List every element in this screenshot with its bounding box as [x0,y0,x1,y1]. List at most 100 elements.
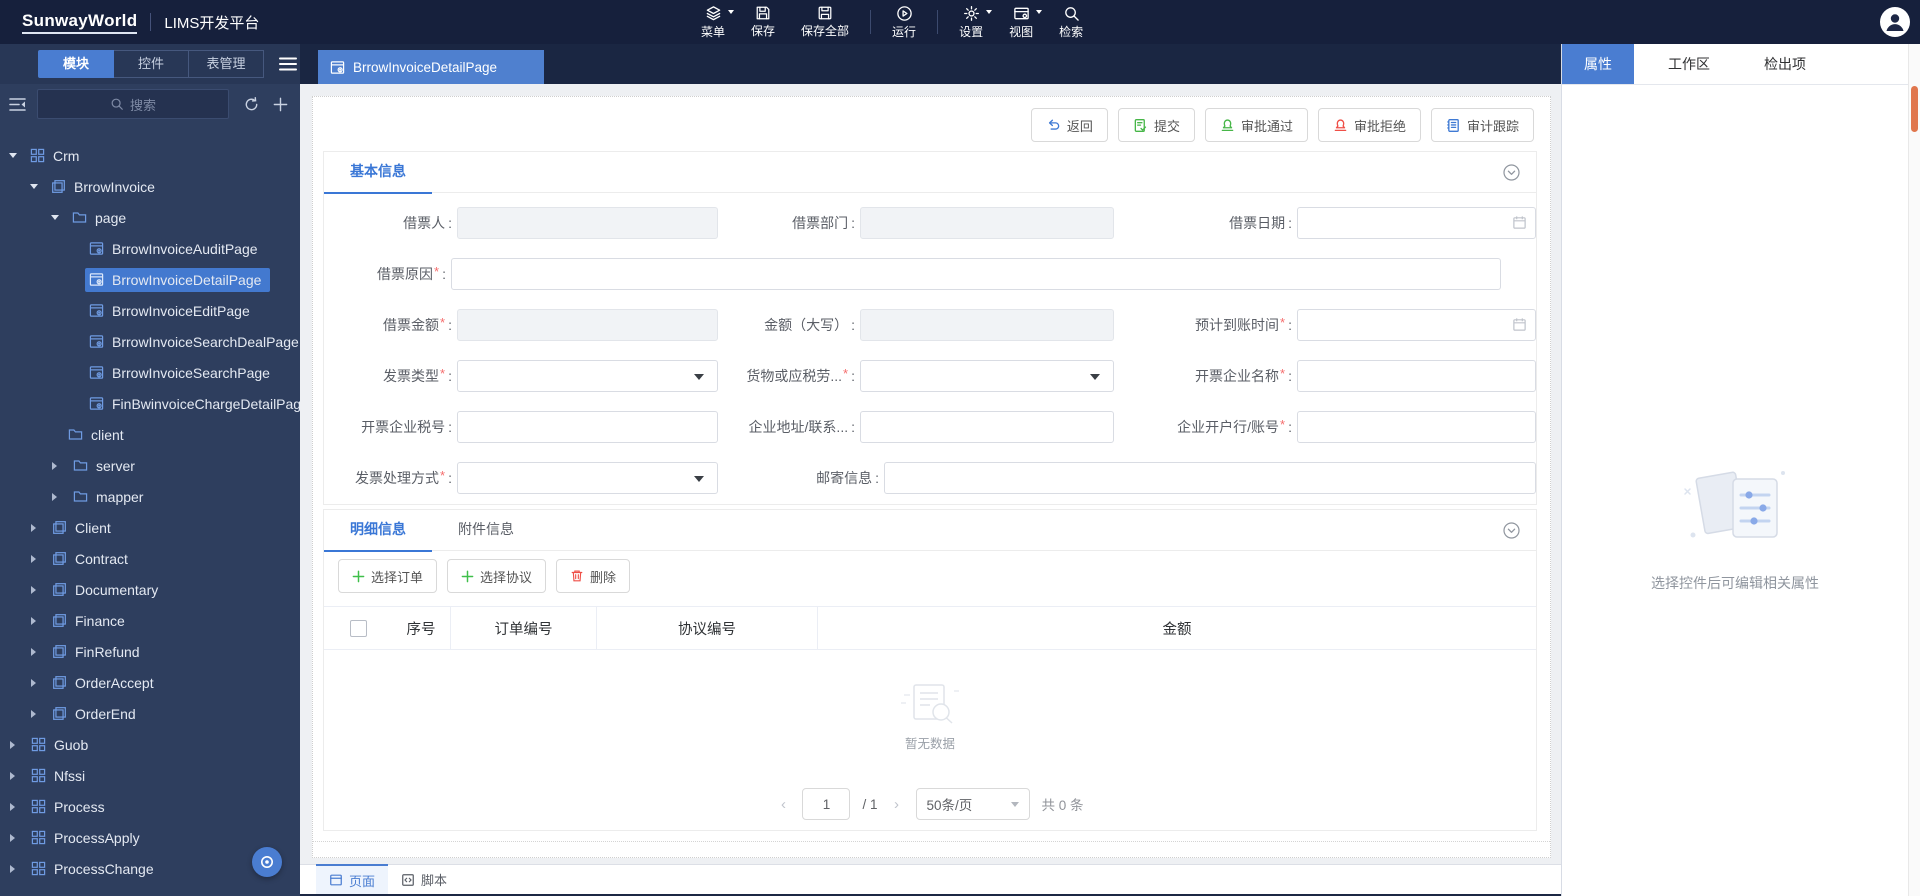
expander-icon[interactable] [52,461,57,470]
search-tool-button[interactable]: 检索 [1046,0,1096,44]
tree-item[interactable]: Process [0,791,300,822]
tab-checkouts[interactable]: 检出项 [1744,44,1826,84]
search-input[interactable]: 搜索 [37,89,229,119]
tree-item[interactable]: server [0,450,300,481]
tab-script-view[interactable]: 脚本 [388,865,460,894]
submit-button[interactable]: 提交 [1117,108,1195,142]
goods-tax-select[interactable] [860,360,1114,392]
save-all-button[interactable]: 保存全部 [788,0,862,44]
tree-item[interactable]: BrrowInvoiceEditPage [0,295,300,326]
tab-attachment-info[interactable]: 附件信息 [432,510,540,550]
tree-item[interactable]: Client [0,512,300,543]
expander-icon[interactable] [31,585,36,594]
tab-detail-info[interactable]: 明细信息 [324,510,432,552]
collapse-section-icon[interactable] [1503,522,1520,539]
chevron-down-icon [986,10,993,14]
tree-item[interactable]: Finance [0,605,300,636]
reject-button[interactable]: 审批拒绝 [1317,108,1421,142]
tree-item[interactable]: OrderAccept [0,667,300,698]
collapse-section-icon[interactable] [1503,164,1520,181]
divider [870,10,872,34]
expander-icon[interactable] [31,616,36,625]
tab-workspace[interactable]: 工作区 [1648,44,1730,84]
mailing-info-input[interactable] [884,462,1536,494]
tree-item[interactable]: Contract [0,543,300,574]
run-button[interactable]: 运行 [879,0,929,44]
expander-icon[interactable] [8,153,17,158]
add-icon[interactable] [272,96,289,113]
page-number-input[interactable]: 1 [802,788,851,820]
expander-icon[interactable] [52,492,57,501]
refresh-icon[interactable] [243,96,260,113]
next-page-icon[interactable]: › [890,796,904,813]
tree-item[interactable]: BrrowInvoiceSearchPage [0,357,300,388]
tree-item[interactable]: client [0,419,300,450]
tree-item[interactable]: Guob [0,729,300,760]
expander-icon[interactable] [50,215,59,220]
expander-icon[interactable] [31,709,36,718]
user-avatar[interactable] [1880,7,1910,37]
select-order-button[interactable]: 选择订单 [338,559,438,593]
prev-page-icon[interactable]: ‹ [776,796,790,813]
expander-icon[interactable] [10,771,15,780]
delete-button[interactable]: 删除 [556,559,631,593]
tree-item[interactable]: BrrowInvoice [0,171,300,202]
select-all-checkbox[interactable] [349,619,367,637]
approve-button[interactable]: 审批通过 [1204,108,1308,142]
tree-item[interactable]: page [0,202,300,233]
scrollbar-thumb[interactable] [1911,86,1918,132]
expected-arrival-input[interactable] [1297,309,1536,341]
tab-page-view[interactable]: 页面 [316,864,389,894]
back-button[interactable]: 返回 [1030,108,1108,142]
expander-icon[interactable] [10,802,15,811]
expander-icon[interactable] [31,647,36,656]
invoice-type-select[interactable] [457,360,718,392]
menu-button[interactable]: 菜单 [688,0,738,44]
expander-icon[interactable] [31,554,36,563]
expander-icon[interactable] [29,184,38,189]
tree-item[interactable]: Documentary [0,574,300,605]
invoice-handling-select[interactable] [457,462,718,494]
editor-tab-active[interactable]: BrrowInvoiceDetailPage [318,50,544,84]
tree-item[interactable]: Nfssi [0,760,300,791]
bank-account-input[interactable] [1297,411,1536,443]
view-button[interactable]: 视图 [996,0,1046,44]
sidebar-tab-controls[interactable]: 控件 [114,50,189,78]
submodule-icon [53,521,66,534]
tree-item[interactable]: BrrowInvoiceSearchDealPage [0,326,300,357]
borrow-date-input[interactable] [1297,207,1536,239]
save-button[interactable]: 保存 [738,0,788,44]
tree-item[interactable]: FinRefund [0,636,300,667]
company-address-input[interactable] [860,411,1114,443]
expander-icon[interactable] [10,833,15,842]
expander-icon[interactable] [10,864,15,873]
tree-item[interactable]: Crm [0,140,300,171]
chevron-down-icon [1036,10,1043,14]
tab-basic-info[interactable]: 基本信息 [324,152,432,194]
sidebar-tab-tables[interactable]: 表管理 [189,50,264,78]
tree-item[interactable]: FinBwinvoiceChargeDetailPage [0,388,300,419]
company-tax-no-input[interactable] [457,411,718,443]
tree-item[interactable]: BrrowInvoiceAuditPage [0,233,300,264]
settings-button[interactable]: 设置 [946,0,996,44]
borrow-reason-input[interactable] [451,258,1501,290]
page-size-select[interactable]: 50条/页 [915,788,1030,820]
expander-icon[interactable] [31,523,36,532]
expander-icon[interactable] [10,740,15,749]
tree-item[interactable]: OrderEnd [0,698,300,729]
sidebar-tab-modules[interactable]: 模块 [38,50,114,78]
hamburger-icon[interactable] [278,56,298,72]
collapse-all-icon[interactable] [8,96,27,113]
tree-item-selected[interactable]: BrrowInvoiceDetailPage [0,264,300,295]
company-name-input[interactable] [1297,360,1536,392]
expander-icon[interactable] [31,678,36,687]
tree-item[interactable]: ProcessApply [0,822,300,853]
audit-trail-button[interactable]: 审计跟踪 [1430,108,1534,142]
vertical-scrollbar[interactable] [1908,44,1920,896]
select-agreement-button[interactable]: 选择协议 [447,559,547,593]
sidebar-search-row: 搜索 [0,84,300,124]
tree-item[interactable]: mapper [0,481,300,512]
designer-surface[interactable]: 返回 提交 审批通过 审批拒绝 审计跟踪 基本信息 借票人: 借票部门: 借… [312,96,1551,858]
locate-current-button[interactable] [252,847,282,877]
tab-properties[interactable]: 属性 [1562,44,1634,84]
